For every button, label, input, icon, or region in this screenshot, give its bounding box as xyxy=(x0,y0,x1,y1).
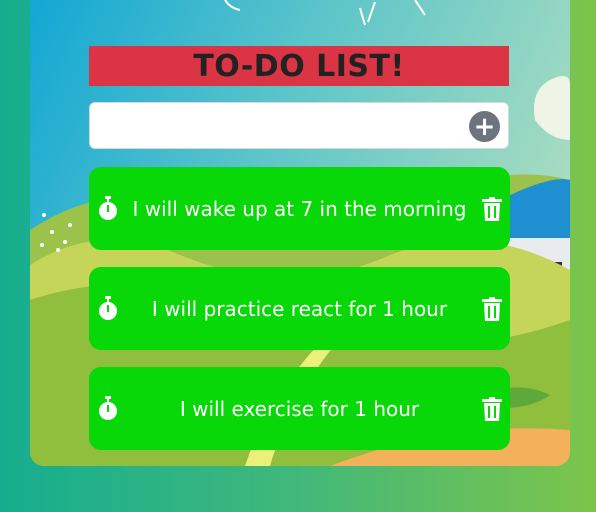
stopwatch-icon[interactable] xyxy=(97,395,119,422)
plus-circle-icon: + xyxy=(473,111,496,142)
title-bar: TO-DO LIST! xyxy=(89,46,509,86)
todo-input-row: + xyxy=(89,102,509,149)
app-card: TO-DO LIST! + I will wake up at 7 in the… xyxy=(30,0,570,466)
todo-item: I will practice react for 1 hour xyxy=(89,267,510,350)
todo-item: I will exercise for 1 hour xyxy=(89,367,510,450)
stopwatch-icon[interactable] xyxy=(97,295,119,322)
todo-input[interactable] xyxy=(90,103,460,148)
trash-icon[interactable] xyxy=(482,196,502,221)
stopwatch-icon[interactable] xyxy=(97,195,119,222)
todo-text: I will practice react for 1 hour xyxy=(151,296,448,321)
add-button[interactable]: + xyxy=(469,111,500,142)
trash-icon[interactable] xyxy=(482,296,502,321)
todo-item: I will wake up at 7 in the morning xyxy=(89,167,510,250)
page-title: TO-DO LIST! xyxy=(193,48,405,84)
trash-icon[interactable] xyxy=(482,396,502,421)
todo-text: I will exercise for 1 hour xyxy=(179,396,420,421)
todo-text: I will wake up at 7 in the morning xyxy=(132,196,467,221)
